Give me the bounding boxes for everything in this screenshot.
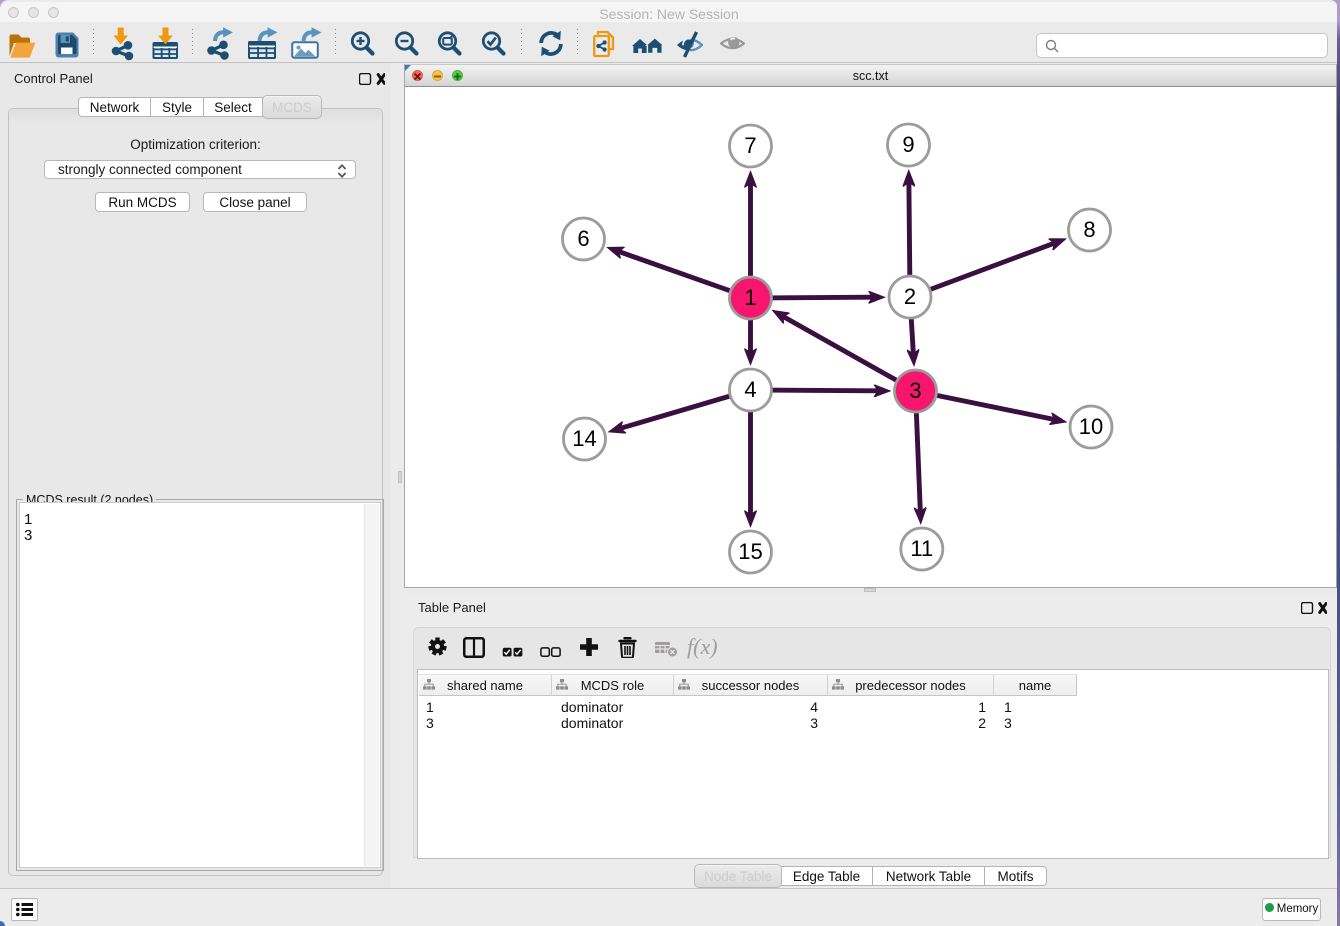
- svg-text:7: 7: [744, 133, 756, 158]
- svg-text:10: 10: [1079, 414, 1103, 439]
- svg-text:1: 1: [744, 285, 756, 310]
- svg-text:6: 6: [577, 226, 589, 251]
- svg-text:8: 8: [1083, 217, 1095, 242]
- svg-text:14: 14: [572, 426, 596, 451]
- svg-text:2: 2: [904, 284, 916, 309]
- svg-text:4: 4: [744, 377, 756, 402]
- svg-text:15: 15: [738, 539, 762, 564]
- svg-text:11: 11: [910, 536, 933, 561]
- svg-text:9: 9: [902, 132, 914, 157]
- svg-text:3: 3: [909, 378, 921, 403]
